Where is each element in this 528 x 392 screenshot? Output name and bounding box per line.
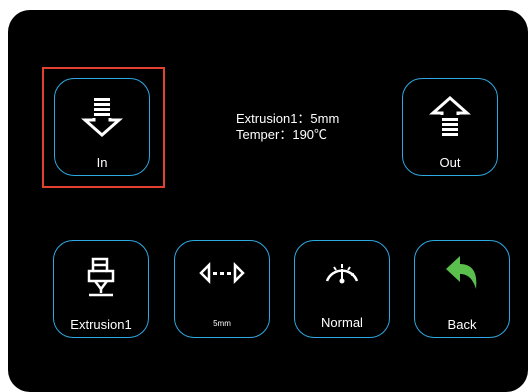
extruder-icon xyxy=(87,257,115,297)
out-button[interactable]: Out xyxy=(402,78,498,176)
status-info: Extrusion1：5mm Temper：190℃ xyxy=(236,111,339,143)
extruder-label: Extrusion1 xyxy=(70,317,132,332)
speed-label: Normal xyxy=(321,315,363,330)
out-label: Out xyxy=(439,155,461,170)
selection-highlight xyxy=(42,67,165,188)
extrusion-status: Extrusion1：5mm xyxy=(236,111,340,126)
arrow-up-icon xyxy=(429,96,471,136)
step-distance-label: 5mm xyxy=(213,319,231,328)
back-button[interactable]: Back xyxy=(414,240,510,338)
distance-arrows-icon xyxy=(199,261,245,285)
speedometer-icon xyxy=(325,264,359,284)
back-label: Back xyxy=(447,317,477,332)
temperature-status: Temper：190℃ xyxy=(236,127,328,142)
speed-button[interactable]: Normal xyxy=(294,240,390,338)
back-arrow-icon xyxy=(446,256,477,289)
extruder-select-button[interactable]: Extrusion1 xyxy=(53,240,149,338)
step-distance-button[interactable]: 5mm xyxy=(174,240,270,338)
